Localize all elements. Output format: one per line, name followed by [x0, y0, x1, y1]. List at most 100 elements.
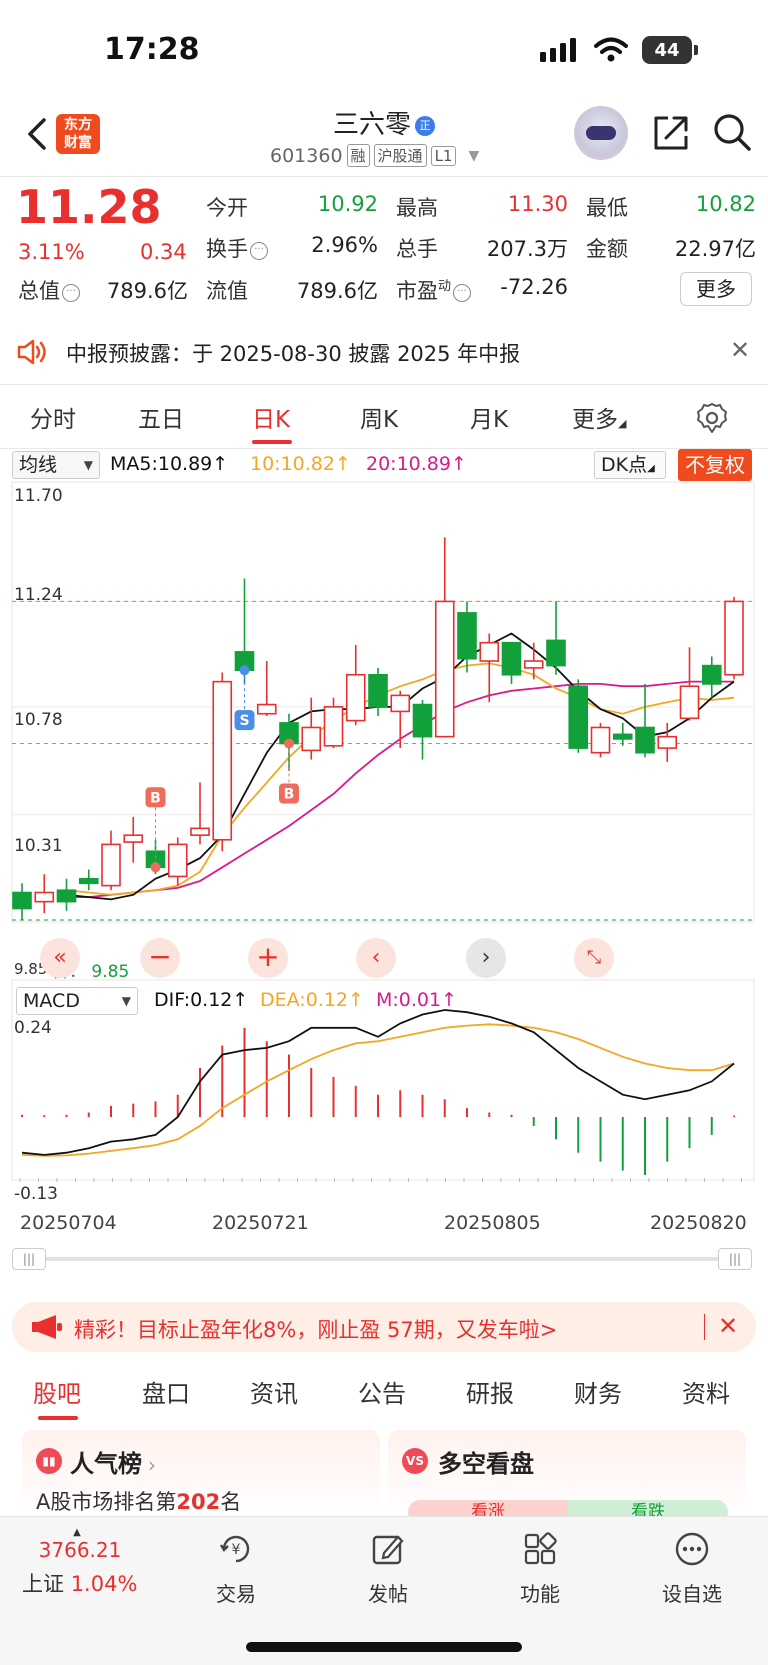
mktcap-label-group[interactable]: 总值 ··· — [18, 275, 80, 305]
candle-up — [390, 694, 411, 713]
low-label: 最低 — [586, 196, 628, 220]
zoom-in-icon[interactable]: + — [248, 938, 288, 978]
candle-up — [190, 827, 210, 836]
fullscreen-icon[interactable]: ⤡ — [574, 938, 614, 978]
ma-lines — [66, 632, 735, 901]
tab-forum[interactable]: 股吧 — [33, 1374, 81, 1409]
search-icon[interactable] — [712, 112, 752, 152]
index-pct: 1.04% — [70, 1572, 138, 1596]
candle-down — [568, 685, 589, 749]
candle-up — [101, 843, 121, 887]
zoom-out-icon[interactable]: − — [140, 938, 180, 978]
scroll-handle-right[interactable]: ||| — [718, 1248, 752, 1270]
axis-label-2: 11.24 — [14, 585, 63, 605]
scroll-left-icon[interactable]: « — [40, 938, 80, 978]
chevron-down-icon[interactable]: ▼ — [468, 148, 479, 164]
candle-down — [56, 889, 77, 903]
up-arrow-icon: ↑ — [450, 453, 467, 475]
pe-label-group[interactable]: 市盈动 ··· — [396, 275, 472, 305]
tab-five-day[interactable]: 五日 — [138, 400, 184, 434]
tab-daily-k[interactable]: 日K — [252, 400, 290, 434]
macd-select-label: MACD — [23, 990, 80, 1012]
rank-number: 202 — [176, 1490, 221, 1514]
info-icon[interactable]: ··· — [250, 242, 268, 260]
turnover-label-group[interactable]: 换手 ··· — [206, 233, 268, 263]
date-tick: 20250721 — [212, 1212, 309, 1234]
candle-down — [612, 733, 633, 740]
chart-period-tabs: 分时 五日 日K 周K 月K 更多◢ — [0, 392, 768, 448]
chart-scrollbar[interactable]: ||| ||| — [12, 1248, 752, 1270]
indicator-select[interactable]: 均线 ▼ — [12, 451, 100, 479]
ma5-legend: MA5:10.89↑ — [110, 453, 228, 475]
info-icon[interactable]: ··· — [453, 284, 472, 302]
open-label: 今开 — [206, 196, 248, 220]
close-icon[interactable]: ✕ — [730, 336, 750, 364]
low-value: 10.82 — [695, 192, 756, 216]
stock-code-row[interactable]: 601360 融 沪股通 L1 ▼ — [270, 144, 479, 167]
gear-icon[interactable] — [696, 402, 728, 434]
candle-down — [368, 673, 388, 708]
more-button[interactable]: 更多 — [680, 272, 752, 306]
up-arrow-icon: ↑ — [441, 989, 458, 1011]
current-price: 11.28 — [16, 180, 162, 234]
tab-research[interactable]: 研报 — [466, 1374, 514, 1409]
tab-finance[interactable]: 财务 — [574, 1374, 622, 1409]
assistant-robot-icon[interactable] — [574, 106, 628, 160]
dk-point-select[interactable]: DK点◢ — [594, 451, 666, 479]
info-tabs: 股吧 盘口 资讯 公告 研报 财务 资料 — [0, 1368, 768, 1424]
nav-functions[interactable]: 功能 — [490, 1531, 590, 1607]
rank-prefix: A股市场排名第 — [36, 1490, 177, 1514]
candle-up — [434, 600, 455, 738]
nav-trade[interactable]: ¥ 交易 — [186, 1531, 286, 1607]
index-quote[interactable]: ▲ 3766.21 上证 1.04% — [22, 1527, 162, 1598]
change-percent: 3.11% — [18, 240, 85, 264]
share-icon[interactable] — [652, 112, 690, 152]
scroll-handle-left[interactable]: ||| — [12, 1248, 46, 1270]
info-icon[interactable]: ··· — [62, 284, 80, 302]
edit-icon — [372, 1535, 404, 1565]
candle-down — [412, 703, 433, 738]
popularity-card[interactable]: ▮▮ 人气榜 › A股市场排名第202名 — [22, 1430, 380, 1520]
mktcap-label: 总值 — [18, 279, 60, 303]
date-axis: 20250704 20250721 20250805 20250820 — [0, 1212, 768, 1240]
date-tick: 20250820 — [650, 1212, 747, 1234]
tab-announcements[interactable]: 公告 — [358, 1374, 406, 1409]
nav-post[interactable]: 发帖 — [338, 1531, 438, 1607]
candle-down — [78, 877, 99, 885]
tab-more[interactable]: 更多◢ — [572, 400, 626, 434]
macd-select[interactable]: MACD ▼ — [16, 987, 138, 1015]
candle-up — [34, 891, 55, 903]
candle-up — [212, 680, 233, 841]
promo-banner[interactable]: 精彩！目标止盈年化8%，刚止盈 57期，又发车啦> ✕ — [12, 1302, 756, 1352]
tab-weekly-k[interactable]: 周K — [360, 400, 398, 434]
tab-orderbook[interactable]: 盘口 — [142, 1374, 190, 1409]
corner-arrow-icon: ◢ — [647, 463, 655, 474]
tab-news[interactable]: 资讯 — [250, 1374, 298, 1409]
adjustment-button[interactable]: 不复权 — [678, 449, 752, 481]
kline-chart[interactable]: B B S — [0, 480, 768, 1215]
notice-bar[interactable]: 中报预披露：于 2025-08-30 披露 2025 年中报 ✕ — [0, 320, 768, 384]
bull-bear-card[interactable]: VS 多空看盘 看涨 看跌 — [388, 1430, 746, 1524]
nav-add-watchlist[interactable]: 设自选 — [642, 1531, 742, 1607]
chevron-right-icon[interactable]: › — [466, 938, 506, 978]
home-indicator — [246, 1642, 522, 1652]
macd-chart — [21, 1009, 735, 1175]
volume-label: 总手 — [396, 237, 438, 261]
status-time: 17:28 — [104, 32, 200, 67]
cost-value: 9.85 — [91, 962, 130, 982]
candle-up — [679, 685, 700, 720]
chevron-left-icon[interactable]: ‹ — [356, 938, 396, 978]
turnover-value: 2.96% — [311, 233, 378, 257]
tab-monthly-k[interactable]: 月K — [470, 400, 508, 434]
tab-intraday[interactable]: 分时 — [30, 400, 76, 434]
close-icon[interactable]: ✕ — [718, 1312, 738, 1340]
candle-up — [523, 660, 544, 669]
candle-up — [123, 834, 144, 843]
popularity-rank: A股市场排名第202名 — [36, 1486, 241, 1516]
scroll-track[interactable] — [46, 1257, 718, 1261]
rank-suffix: 名 — [220, 1490, 242, 1514]
candle-down — [457, 612, 477, 660]
nav-trade-label: 交易 — [216, 1582, 256, 1606]
tab-profile[interactable]: 资料 — [682, 1374, 730, 1409]
high-label: 最高 — [396, 196, 438, 220]
